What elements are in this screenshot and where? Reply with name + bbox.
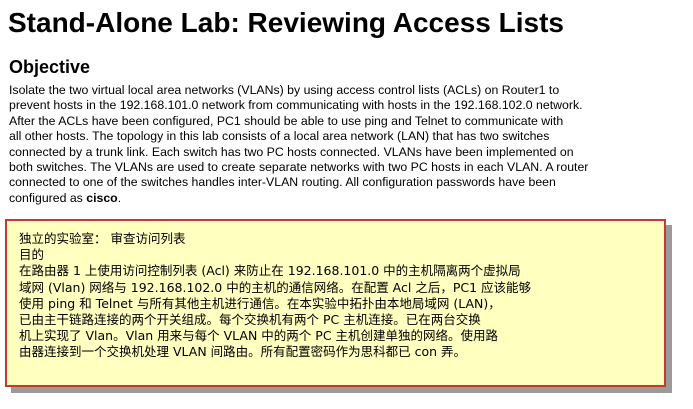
password-keyword: cisco bbox=[86, 190, 118, 205]
objective-last-line: configured as cisco. bbox=[9, 191, 649, 206]
objective-paragraph: Isolate the two virtual local area netwo… bbox=[9, 83, 649, 206]
objective-last-line-suffix: . bbox=[117, 190, 122, 205]
translation-line: 机上实现了 Vlan。Vlan 用来与每个 VLAN 中的两个 PC 主机创建单… bbox=[19, 328, 499, 344]
objective-line: Isolate the two virtual local area netwo… bbox=[9, 83, 560, 97]
translation-line: 由器连接到一个交换机处理 VLAN 间路由。所有配置密码作为思科都已 con 弄… bbox=[19, 344, 467, 360]
objective-last-line-prefix: configured as bbox=[9, 190, 87, 205]
objective-line: prevent hosts in the 192.168.101.0 netwo… bbox=[9, 98, 583, 113]
objective-line: connected by a trunk link. Each switch h… bbox=[9, 144, 574, 159]
translation-note: 独立的实验室： 审查访问列表 目的 在路由器 1 上使用访问控制列表 (Acl)… bbox=[5, 219, 666, 387]
translation-line: 已由主干链路连接的两个开关组成。每个交换机有两个 PC 主机连接。已在两台交换 bbox=[19, 312, 481, 328]
objective-line: After the ACLs have been configured, PC1… bbox=[9, 113, 564, 128]
translation-text: 独立的实验室： 审查访问列表 目的 在路由器 1 上使用访问控制列表 (Acl)… bbox=[19, 231, 531, 361]
page-title: Stand-Alone Lab: Reviewing Access Lists bbox=[8, 7, 564, 38]
objective-heading: Objective bbox=[9, 57, 91, 77]
objective-line: all other hosts. The topology in this la… bbox=[9, 129, 550, 144]
objective-line: both switches. The VLANs are used to cre… bbox=[9, 160, 589, 175]
objective-line: connected to one of the switches handles… bbox=[9, 175, 556, 190]
translation-line: 域网 (Vlan) 网络与 192.168.102.0 中的主机的通信网络。在配… bbox=[19, 279, 532, 295]
translation-heading: 目的 bbox=[19, 247, 45, 263]
translation-title: 独立的实验室： 审查访问列表 bbox=[19, 231, 186, 246]
translation-line: 在路由器 1 上使用访问控制列表 (Acl) 来防止在 192.168.101.… bbox=[19, 263, 521, 279]
translation-line: 使用 ping 和 Telnet 与所有其他主机进行通信。在本实验中拓扑由本地局… bbox=[19, 295, 501, 311]
